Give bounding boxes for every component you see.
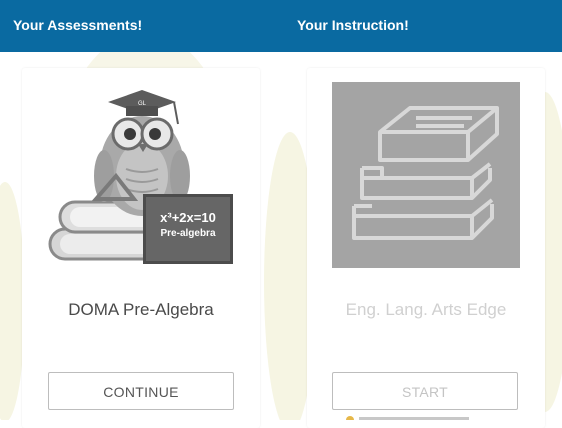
assessment-title: DOMA Pre-Algebra <box>68 300 214 319</box>
chalkboard-subject: Pre-algebra <box>160 228 216 239</box>
instruction-thumbnail <box>332 82 520 268</box>
cap-badge-text: GL <box>138 101 147 107</box>
instruction-heading: Your Instruction! <box>297 17 409 33</box>
instruction-title: Eng. Lang. Arts Edge <box>345 300 507 319</box>
books-stack-icon <box>352 106 499 240</box>
chalkboard-equation: x³+2x=10 <box>160 210 216 225</box>
chalkboard: x³+2x=10 Pre-algebra <box>143 194 233 264</box>
clipped-footnote-decoration <box>346 416 469 420</box>
header-bar: Your Assessments! Your Instruction! <box>0 0 562 52</box>
assessments-heading: Your Assessments! <box>13 17 143 33</box>
continue-button[interactable]: CONTINUE <box>48 372 234 410</box>
assessment-card: GL x³+2x=10 Pre-algebra DOMA Pre-Algebra… <box>22 68 260 428</box>
instruction-card: Eng. Lang. Arts Edge START <box>307 68 545 428</box>
start-button[interactable]: START <box>332 372 518 410</box>
